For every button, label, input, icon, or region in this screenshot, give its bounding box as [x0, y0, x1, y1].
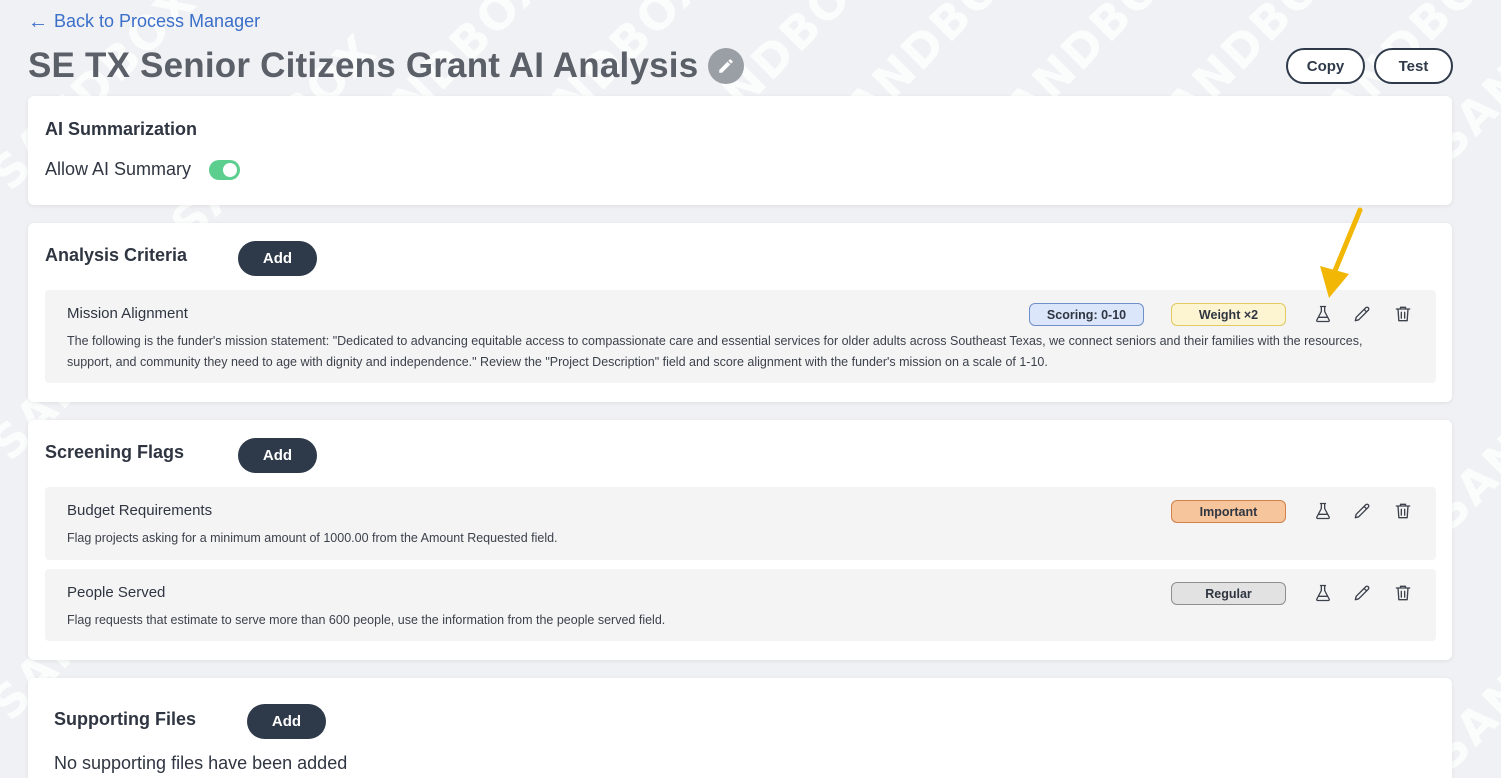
flag-description: Flag projects asking for a minimum amoun… [67, 531, 558, 545]
flask-icon [1316, 584, 1330, 602]
flag-item-people-served: People Served Regular Flag requests that… [45, 569, 1436, 641]
supporting-files-card: Supporting Files Add No supporting files… [28, 678, 1452, 778]
flask-icon [1316, 502, 1330, 520]
analysis-criteria-card: Analysis Criteria Add Mission Alignment … [28, 223, 1452, 402]
scoring-badge: Scoring: 0-10 [1029, 303, 1144, 326]
allow-ai-summary-toggle[interactable] [209, 159, 241, 180]
test-button[interactable]: Test [1374, 48, 1453, 84]
delete-flag-button[interactable] [1391, 499, 1415, 523]
screening-flags-card: Screening Flags Add Budget Requirements … [28, 420, 1452, 660]
test-flag-button[interactable] [1311, 581, 1335, 605]
test-flag-button[interactable] [1311, 499, 1335, 523]
flag-description: Flag requests that estimate to serve mor… [67, 613, 666, 627]
criteria-description: The following is the funder's mission st… [67, 334, 1363, 369]
add-criteria-button[interactable]: Add [238, 241, 317, 276]
trash-icon [1395, 585, 1411, 601]
trash-icon [1395, 503, 1411, 519]
allow-ai-summary-label: Allow AI Summary [45, 159, 192, 179]
pencil-icon [1354, 503, 1370, 519]
weight-badge: Weight ×2 [1171, 303, 1286, 326]
annotation-arrow-icon [1320, 207, 1363, 298]
toggle-knob [223, 162, 238, 177]
edit-title-button[interactable] [708, 48, 745, 84]
edit-flag-button[interactable] [1350, 581, 1374, 605]
test-criteria-button[interactable] [1311, 302, 1335, 326]
flag-name: People Served [67, 584, 166, 601]
back-to-process-manager-link[interactable]: ← Back to Process Manager [28, 11, 260, 32]
allow-ai-summary-row: Allow AI Summary [45, 159, 241, 180]
copy-button[interactable]: Copy [1286, 48, 1365, 84]
pencil-icon [1354, 585, 1370, 601]
priority-badge-important: Important [1171, 500, 1286, 523]
add-supporting-file-button[interactable]: Add [247, 704, 326, 739]
flask-icon [1316, 305, 1330, 323]
criteria-name: Mission Alignment [67, 305, 188, 322]
flag-name: Budget Requirements [67, 502, 213, 519]
pencil-icon [719, 59, 734, 73]
delete-criteria-button[interactable] [1391, 302, 1415, 326]
ai-summarization-card: AI Summarization Allow AI Summary [28, 96, 1452, 205]
pencil-icon [1354, 306, 1370, 322]
supporting-files-title: Supporting Files [54, 709, 196, 729]
delete-flag-button[interactable] [1391, 581, 1415, 605]
ai-summarization-title: AI Summarization [45, 119, 198, 139]
criteria-item-mission-alignment: Mission Alignment Scoring: 0-10 Weight ×… [45, 290, 1436, 383]
add-flag-button[interactable]: Add [238, 438, 317, 473]
priority-badge-regular: Regular [1171, 582, 1286, 605]
flag-item-budget-requirements: Budget Requirements Important Flag proje… [45, 487, 1436, 560]
analysis-criteria-title: Analysis Criteria [45, 245, 188, 265]
screening-flags-title: Screening Flags [45, 442, 185, 462]
back-link-label: Back to Process Manager [54, 11, 261, 31]
edit-criteria-button[interactable] [1350, 302, 1374, 326]
title-row: SE TX Senior Citizens Grant AI Analysis [28, 46, 745, 86]
trash-icon [1395, 306, 1411, 322]
page-title: SE TX Senior Citizens Grant AI Analysis [28, 46, 699, 85]
no-files-message: No supporting files have been added [54, 753, 348, 773]
arrow-left-icon: ← [28, 10, 48, 33]
edit-flag-button[interactable] [1350, 499, 1374, 523]
